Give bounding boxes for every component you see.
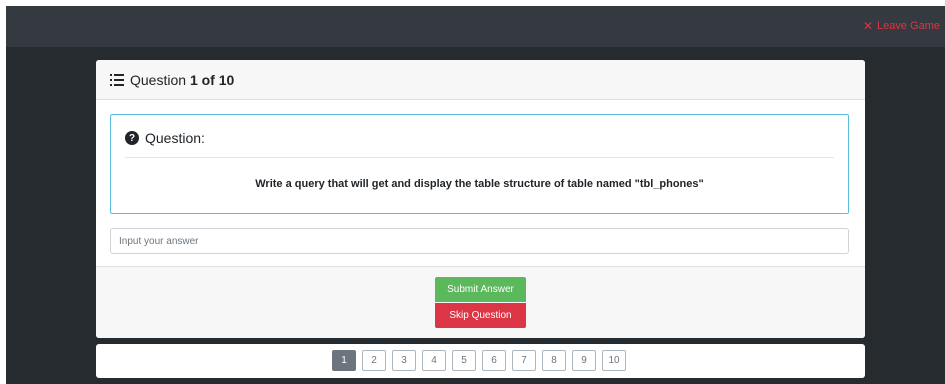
page-button-6[interactable]: 6 <box>482 350 506 371</box>
counter-sep: of <box>201 71 215 88</box>
counter-prefix: Question <box>130 71 187 88</box>
page-button-10[interactable]: 10 <box>602 350 626 371</box>
question-title-label: Question: <box>145 130 205 146</box>
page-button-9[interactable]: 9 <box>572 350 596 371</box>
counter-total: 10 <box>218 71 235 88</box>
question-counter: Question 1 of 10 <box>130 72 234 88</box>
close-icon: ✕ <box>862 19 874 33</box>
card-header: Question 1 of 10 <box>96 60 865 100</box>
leave-game-link[interactable]: ✕ Leave Game <box>863 19 940 33</box>
pagination: 1 2 3 4 5 6 7 8 9 10 <box>332 350 626 371</box>
question-card: Question 1 of 10 ? Question: Write a que… <box>96 60 865 338</box>
top-bar: ✕ Leave Game <box>6 6 945 47</box>
pagination-bar: 1 2 3 4 5 6 7 8 9 10 <box>96 344 865 378</box>
page-button-5[interactable]: 5 <box>452 350 476 371</box>
page-button-2[interactable]: 2 <box>362 350 386 371</box>
game-screen: ✕ Leave Game Question 1 of 10 ? Question… <box>6 6 945 384</box>
page-button-8[interactable]: 8 <box>542 350 566 371</box>
question-text: Write a query that will get and display … <box>255 178 704 190</box>
answer-input[interactable] <box>110 228 849 254</box>
page-button-4[interactable]: 4 <box>422 350 446 371</box>
page-button-7[interactable]: 7 <box>512 350 536 371</box>
list-icon <box>110 73 124 86</box>
submit-answer-button[interactable]: Submit Answer <box>435 277 526 302</box>
page-button-1[interactable]: 1 <box>332 350 356 371</box>
question-title: ? Question: <box>125 130 205 146</box>
page-button-3[interactable]: 3 <box>392 350 416 371</box>
divider <box>125 157 834 158</box>
question-circle-icon: ? <box>125 131 139 145</box>
counter-current: 1 <box>189 71 198 88</box>
question-box: ? Question: Write a query that will get … <box>110 114 849 214</box>
leave-game-label: Leave Game <box>877 20 940 32</box>
card-footer: Submit Answer Skip Question <box>96 266 865 338</box>
skip-question-button[interactable]: Skip Question <box>435 303 526 328</box>
